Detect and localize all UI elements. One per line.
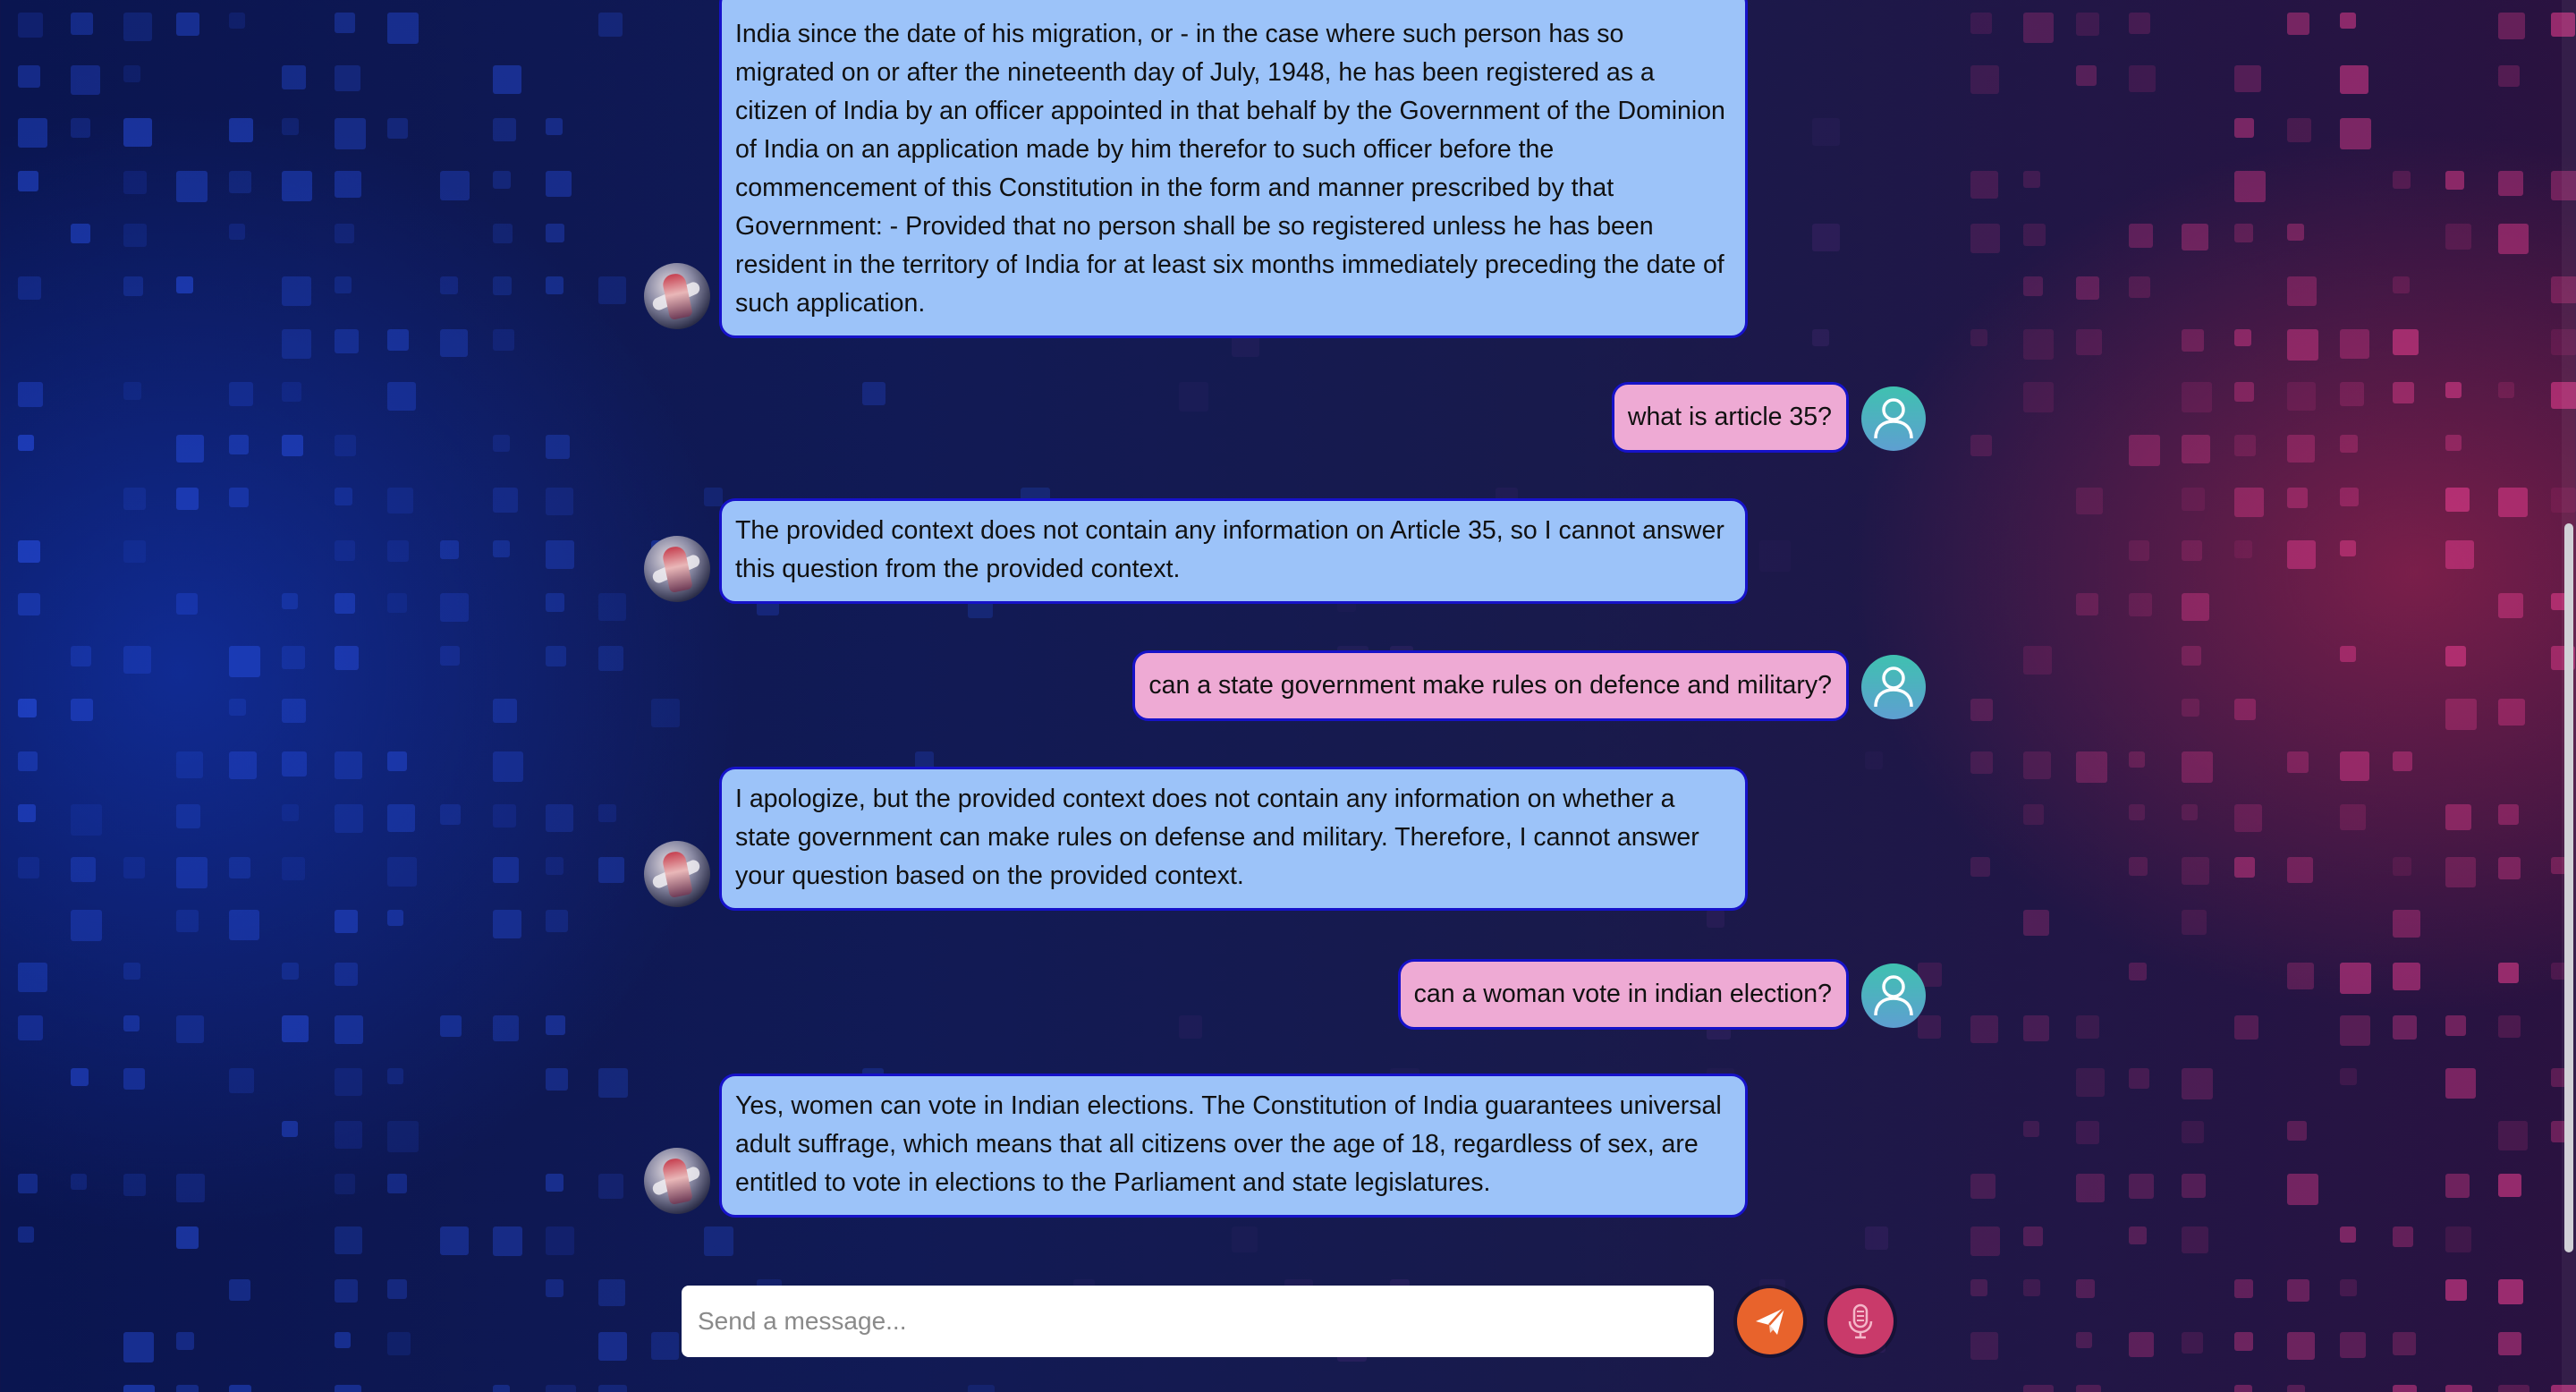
bot-message-text: The provided context does not contain an… [735,516,1724,583]
chat-log: India since the date of his migration, o… [0,0,2576,1392]
message-input[interactable] [682,1286,1714,1357]
bot-avatar [644,263,710,329]
bot-message-row: I apologize, but the provided context do… [644,767,1748,911]
send-button[interactable] [1737,1288,1803,1354]
bot-message-text: I apologize, but the provided context do… [735,785,1699,890]
user-message-bubble: can a woman vote in indian election? [1397,959,1849,1030]
user-avatar [1861,386,1926,451]
user-message-text: can a state government make rules on def… [1148,671,1832,700]
bot-message-bubble: India since the date of his migration, o… [719,0,1748,338]
user-message-bubble: what is article 35? [1611,382,1849,453]
bot-message-bubble: Yes, women can vote in Indian elections.… [719,1074,1748,1218]
bot-avatar [644,1148,710,1214]
bot-avatar [644,536,710,602]
bot-message-text: India since the date of his migration, o… [735,20,1725,318]
user-message-text: can a woman vote in indian election? [1413,980,1832,1008]
microphone-icon [1848,1303,1873,1339]
user-message-row: what is article 35? [1611,382,1926,453]
user-avatar [1861,963,1926,1028]
bot-message-bubble: The provided context does not contain an… [719,498,1748,604]
user-icon [1874,666,1913,708]
message-input-container [682,1286,1714,1357]
scrollbar[interactable] [2562,0,2576,1392]
bot-message-row: The provided context does not contain an… [644,498,1748,604]
bot-message-bubble: I apologize, but the provided context do… [719,767,1748,911]
bot-avatar [644,841,710,907]
user-message-row: can a state government make rules on def… [1132,650,1926,721]
scrollbar-thumb[interactable] [2564,523,2573,1252]
user-message-bubble: can a state government make rules on def… [1132,650,1849,721]
user-icon [1874,398,1913,439]
bot-message-row: Yes, women can vote in Indian elections.… [644,1074,1748,1218]
bot-message-row: India since the date of his migration, o… [644,0,1748,338]
user-icon [1874,975,1913,1016]
microphone-button[interactable] [1827,1288,1894,1354]
paper-plane-icon [1756,1307,1785,1335]
bot-message-text: Yes, women can vote in Indian elections.… [735,1091,1722,1197]
user-message-text: what is article 35? [1627,403,1832,431]
user-avatar [1861,655,1926,719]
user-message-row: can a woman vote in indian election? [1397,959,1926,1030]
